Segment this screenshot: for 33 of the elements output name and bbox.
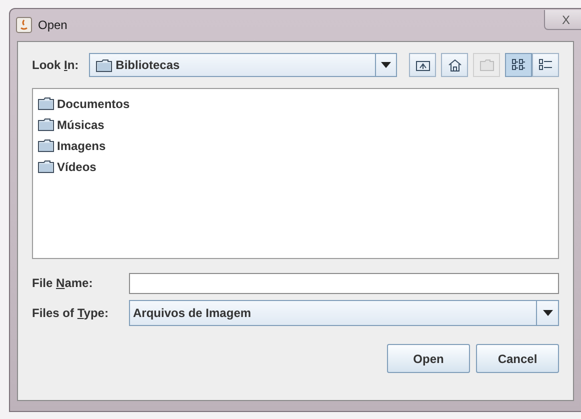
files-of-type-label: Files of Type: (32, 306, 108, 320)
file-list-item[interactable]: Imagens (38, 135, 108, 156)
folder-icon (38, 160, 54, 173)
folder-icon (96, 58, 112, 72)
cancel-button[interactable]: Cancel (476, 344, 559, 373)
window-title: Open (38, 17, 68, 34)
folder-icon (480, 59, 494, 71)
file-list-item[interactable]: Documentos (38, 93, 132, 114)
file-name-label: File Name: (32, 276, 93, 290)
open-button[interactable]: Open (387, 344, 470, 373)
file-list-item[interactable]: Músicas (38, 114, 106, 135)
caret-icon (381, 62, 391, 68)
app-icon (16, 17, 32, 33)
look-in-label: Look In: (32, 57, 79, 74)
file-name-field[interactable] (129, 272, 559, 294)
folder-icon (38, 118, 54, 131)
list-view-icon (512, 59, 526, 71)
folder-icon (38, 97, 54, 110)
toolbar-button[interactable] (505, 53, 532, 77)
details-view-icon (538, 59, 552, 71)
folder-icon (38, 139, 54, 152)
look-in-dropdown[interactable]: Bibliotecas (88, 53, 397, 77)
toolbar-button[interactable] (409, 53, 436, 77)
toolbar-button[interactable] (441, 53, 468, 77)
toolbar-button[interactable] (532, 53, 559, 77)
close-button[interactable]: X (544, 10, 581, 30)
files-of-type-dropdown[interactable]: Arquivos de Imagem (129, 300, 559, 326)
house-icon (448, 58, 462, 72)
files-of-type-value: Arquivos de Imagem (132, 305, 252, 322)
file-list-item[interactable]: Vídeos (38, 156, 98, 177)
folder-up-icon (416, 59, 430, 71)
caret-icon (542, 310, 552, 316)
look-in-value: Bibliotecas (116, 57, 180, 74)
